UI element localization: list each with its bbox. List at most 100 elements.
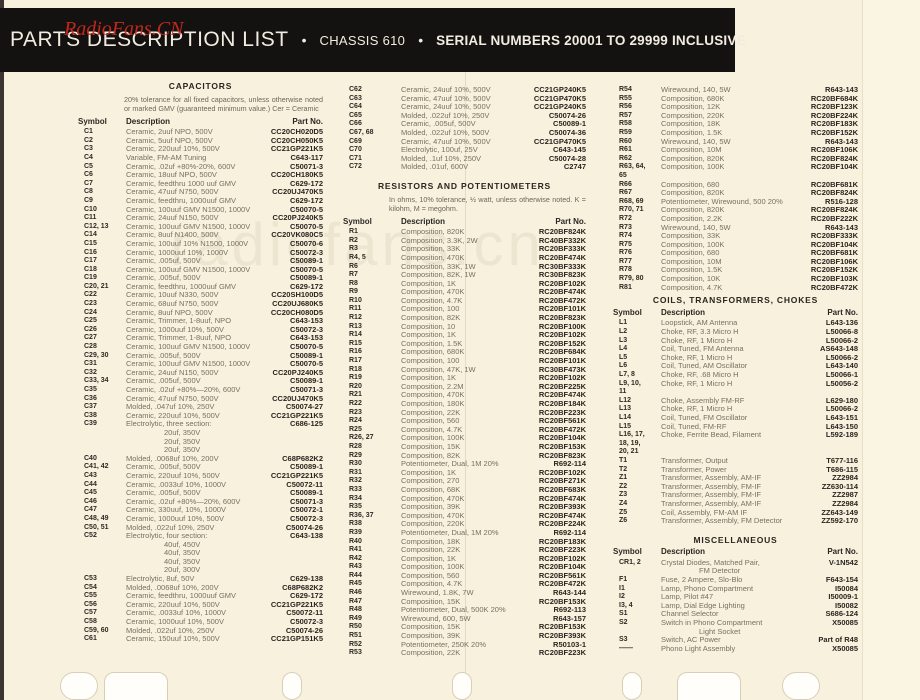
part-symbol: R14 [349,331,362,339]
part-row: C61 Ceramic, 150uuf 10%, 500V CC21GP151K5 [78,635,323,644]
part-symbol [78,558,126,567]
part-symbol: R13 [349,322,362,330]
part-symbol: L4 [619,345,628,353]
part-symbol: —— [619,644,633,652]
part-description: 40uf, 350V [164,556,201,566]
part-symbol: C47 [84,506,97,514]
part-symbol: C31 [84,360,97,368]
part-symbol: C16 [84,248,97,256]
page-edge [0,0,4,700]
page-margin [862,0,920,700]
part-symbol [613,628,661,637]
part-symbol [78,446,126,455]
part-symbol: Z1 [619,474,628,482]
column-2: C62 Ceramic, 24uuf 10%, 500V CC21GP240K5 C6… [343,78,586,658]
part-symbol: C48, 49 [84,514,109,522]
part-symbol: R6 [349,262,358,270]
part-symbol: R43 [349,563,362,571]
part-symbol: S2 [619,619,628,627]
binder-tab [677,672,741,700]
part-description: Electrolytic, four section: [126,531,208,541]
part-symbol: C33, 34 [84,377,109,385]
part-symbol: L15 [619,422,632,430]
header-description: Description [661,547,706,557]
part-description: Composition, 4.7K [661,282,723,292]
part-symbol: R52 [349,640,362,648]
part-symbol: C44 [84,480,97,488]
part-symbol: Z6 [619,517,628,525]
part-row: C39 Electrolytic, three section: C686-125 [78,420,323,429]
header-description: Description [401,216,446,226]
part-symbol: C22 [84,291,97,299]
part-row: L16, 17, Choke, Ferrite Bead, Filament L59… [613,431,858,440]
part-symbol: C59, 60 [84,626,109,634]
part-symbol: R29 [349,451,362,459]
part-symbol: R25 [349,425,362,433]
part-symbol: R72 [619,214,632,222]
part-row: I3, 4 Lamp, Dial Edge Lighting I50082 [613,601,858,611]
table-header: Symbol Description Part No. [78,117,323,127]
part-description: Switch in Phono Compartment [661,618,763,628]
serial-range: SERIAL NUMBERS 20001 TO 29999 INCLUSIVE [436,32,746,48]
part-symbol: R68, 69 [619,197,644,205]
part-symbol: R34 [349,494,362,502]
part-row: L9, 10, Choke, RF, 1 Micro H L50056-2 [613,379,858,389]
part-row: 40uf, 350V [78,549,323,558]
binder-hole [282,672,302,700]
part-number: X50085 [832,618,858,628]
part-symbol: R20 [349,382,362,390]
header-description: Description [661,307,706,317]
part-symbol: 11 [619,388,627,396]
part-symbol: Z2 [619,482,628,490]
part-symbol: T1 [619,456,628,464]
part-number: V-1N542 [828,557,858,567]
part-symbol [613,567,661,576]
part-symbol: L12 [619,396,632,404]
part-row: Z6 Transformer, Assembly, FM Detector ZZ59… [613,516,858,526]
part-symbol: F1 [619,576,628,584]
part-number: C2747 [563,162,586,172]
part-symbol: C39 [84,420,97,428]
part-symbol: C28 [84,343,97,351]
part-symbol: C14 [84,231,97,239]
part-row: L2 Choke, RF, 3.3 Micro H L50066-8 [613,327,858,337]
part-row: 40uf, 350V [78,556,323,567]
header-part-no: Part No. [555,216,586,226]
part-symbol: 20, 21 [619,448,639,456]
resistor-list: R1 Composition, 820K RC20BF824K R2 Compositi… [343,228,586,658]
part-symbol: Z4 [619,499,628,507]
part-symbol: C43 [84,471,97,479]
part-description: 40uf, 450V [164,539,201,549]
part-symbol: R54 [619,86,632,93]
part-symbol: R30 [349,460,362,468]
part-symbol: C56 [84,600,97,608]
part-symbol: I1 [619,584,625,592]
part-row: R53 Composition, 22K RC20BF223K [343,649,586,658]
part-symbol: C71 [349,154,362,162]
part-symbol: R73 [619,223,632,231]
part-symbol: C26 [84,325,97,333]
coil-list: L1 Loopstick, AM Antenna L643-136 L2 Choke, … [613,319,858,525]
binder-tab [104,672,168,700]
separator-dot: • [301,32,307,48]
part-number: ZZ592-170 [821,516,858,526]
resistors-note: In ohms, 10% tolerance, ½ watt, unless o… [389,194,586,213]
part-symbol: R42 [349,554,362,562]
part-symbol: R48 [349,606,362,614]
part-symbol: L13 [619,405,632,413]
part-symbol: R21 [349,391,362,399]
part-symbol: R39 [349,528,362,536]
part-symbol: C24 [84,308,97,316]
resistor-list-continued: R54 Wirewound, 140, 5W R643-143 R55 Composit… [613,85,858,292]
part-number: L592-189 [825,430,858,440]
header-symbol: Symbol [613,307,642,317]
part-symbol: Z3 [619,491,628,499]
part-symbol: C2 [84,136,93,144]
part-description: 20uf, 350V [164,427,201,437]
part-symbol: C58 [84,618,97,626]
part-symbol: I3, 4 [619,601,633,609]
part-symbol: C37 [84,403,97,411]
part-symbol: C23 [84,300,97,308]
part-description: 20uf, 350V [164,436,201,446]
part-symbol: R8 [349,279,358,287]
